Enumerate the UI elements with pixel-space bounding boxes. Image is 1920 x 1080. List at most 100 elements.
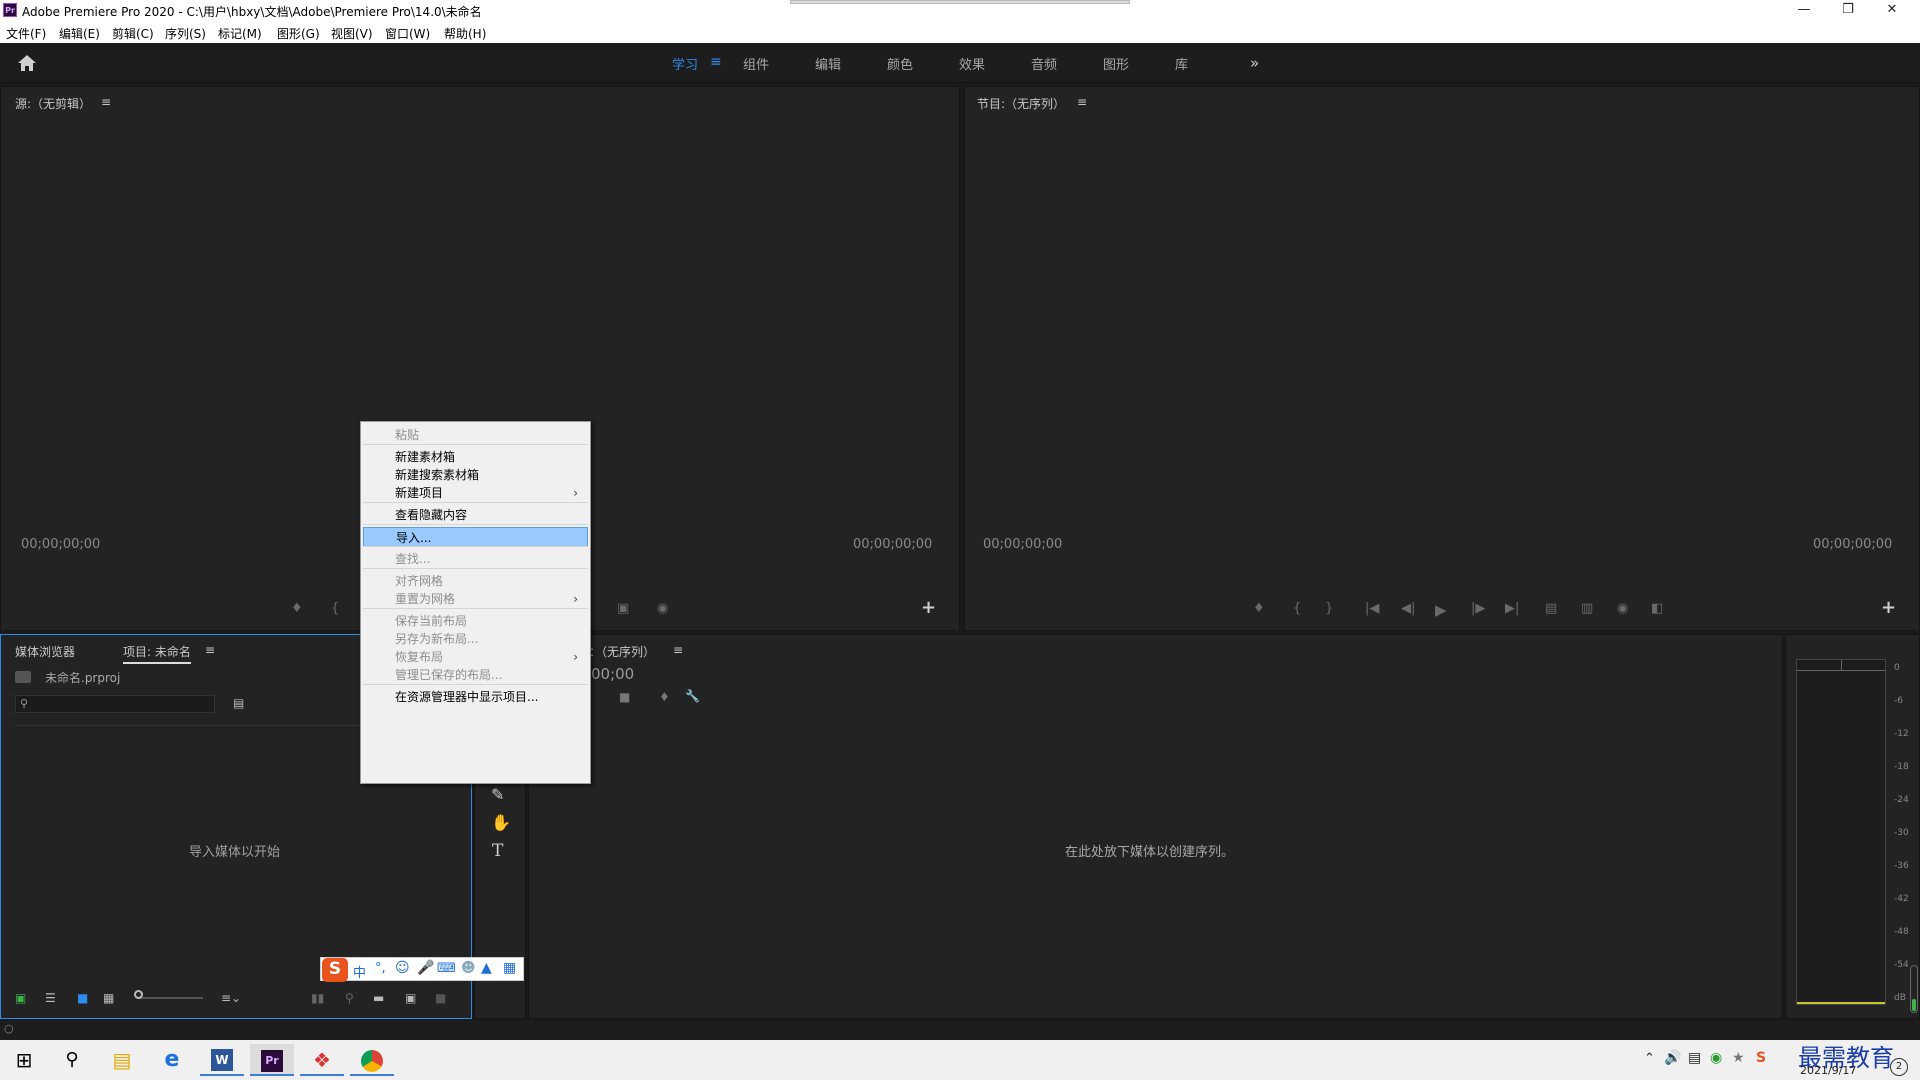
context-menu-item[interactable]: 在资源管理器中显示项目... xyxy=(363,687,588,707)
security-icon[interactable]: ◉ xyxy=(1710,1050,1722,1066)
tray-chevron-icon[interactable]: ⌃ xyxy=(1644,1051,1655,1066)
windows-start-icon[interactable]: ⊞ xyxy=(2,1044,46,1076)
workspace-tab-libraries[interactable]: 库 xyxy=(1175,54,1188,73)
workspace-more-icon[interactable]: » xyxy=(1250,54,1259,72)
program-timecode-current[interactable]: 00;00;00;00 xyxy=(983,537,1062,552)
search-icon[interactable]: ⚲ xyxy=(50,1044,94,1076)
menu-markers[interactable]: 标记(M) xyxy=(218,25,262,42)
workspace-tab-graphics[interactable]: 图形 xyxy=(1103,54,1129,73)
find-icon[interactable]: ⚲ xyxy=(345,991,354,1005)
skin-icon[interactable]: ▲ xyxy=(481,960,492,976)
menu-sequence[interactable]: 序列(S) xyxy=(165,25,206,42)
edge-icon[interactable]: e xyxy=(150,1044,194,1076)
tab-media-browser[interactable]: 媒体浏览器 xyxy=(15,643,75,660)
tab-project[interactable]: 项目: 未命名 xyxy=(123,643,191,664)
toolbox-icon[interactable]: ▦ xyxy=(503,960,516,976)
sogou-tray-icon[interactable]: S xyxy=(1756,1050,1766,1066)
meter-scrollbar[interactable] xyxy=(1910,965,1918,1013)
freeform-view-icon[interactable]: ▦ xyxy=(103,991,114,1005)
step-back-icon[interactable]: ◀| xyxy=(1401,601,1415,616)
button-editor-icon[interactable]: + xyxy=(921,597,936,618)
notification-icon[interactable]: 2 xyxy=(1890,1058,1908,1076)
new-bin-icon[interactable]: ▬ xyxy=(373,991,384,1005)
marker-icon[interactable]: ♦ xyxy=(1253,601,1265,616)
add-marker-icon[interactable]: ♦ xyxy=(659,690,670,704)
timeline-timecode[interactable]: 00;00 xyxy=(591,665,634,683)
premiere-taskbar-icon[interactable]: Pr xyxy=(250,1044,294,1076)
context-menu-item[interactable]: 导入... xyxy=(363,527,588,547)
compare-view-icon[interactable]: ◧ xyxy=(1651,601,1663,616)
menu-file[interactable]: 文件(F) xyxy=(6,25,46,42)
extract-icon[interactable]: ▥ xyxy=(1581,601,1593,616)
go-to-in-icon[interactable]: |◀ xyxy=(1365,601,1379,616)
export-frame-icon[interactable]: ◉ xyxy=(1617,601,1628,616)
type-tool-icon[interactable]: T xyxy=(492,841,503,861)
context-menu-item[interactable]: 新建搜索素材箱 xyxy=(363,465,588,485)
program-panel-title[interactable]: 节目:（无序列） xyxy=(977,95,1065,112)
menu-graphics[interactable]: 图形(G) xyxy=(277,25,320,42)
workspace-tab-editing[interactable]: 编辑 xyxy=(815,54,841,73)
ime-lang-toggle[interactable]: 中 xyxy=(353,962,366,981)
context-menu-item[interactable]: 新建项目 › xyxy=(363,483,588,503)
menu-help[interactable]: 帮助(H) xyxy=(444,25,486,42)
keyboard-icon[interactable]: ⌨ xyxy=(437,961,456,976)
menu-edit[interactable]: 编辑(E) xyxy=(59,25,100,42)
workspace-tab-color[interactable]: 颜色 xyxy=(887,54,913,73)
workspace-tab-audio[interactable]: 音频 xyxy=(1031,54,1057,73)
icon-view-icon[interactable]: ■ xyxy=(77,991,88,1005)
mark-out-icon[interactable]: } xyxy=(1325,601,1333,616)
panel-menu-icon[interactable]: ≡ xyxy=(101,95,111,109)
new-search-bin-icon[interactable]: ▤ xyxy=(233,696,244,710)
automate-to-sequence-icon[interactable]: ▮▮ xyxy=(311,991,324,1005)
source-panel-title[interactable]: 源:（无剪辑） xyxy=(15,95,91,112)
overwrite-icon[interactable]: ▣ xyxy=(617,601,629,616)
home-icon[interactable] xyxy=(16,53,38,73)
play-icon[interactable]: ▶ xyxy=(1435,601,1447,619)
microphone-icon[interactable]: 🎤 xyxy=(417,960,434,976)
sogou-logo-icon[interactable]: S xyxy=(322,958,348,982)
list-view-icon[interactable]: ☰ xyxy=(45,991,56,1005)
panel-menu-icon[interactable]: ≡ xyxy=(673,643,683,657)
workspace-tab-assembly[interactable]: 组件 xyxy=(743,54,769,73)
export-frame-icon[interactable]: ◉ xyxy=(657,601,668,616)
workspace-menu-icon[interactable]: ≡ xyxy=(710,54,722,70)
tray-app-icon[interactable]: ★ xyxy=(1732,1050,1745,1066)
menu-window[interactable]: 窗口(W) xyxy=(385,25,430,42)
new-item-icon[interactable]: ▣ xyxy=(405,991,416,1005)
zoom-slider[interactable] xyxy=(137,997,203,999)
lock-icon[interactable]: ▣ xyxy=(15,991,26,1005)
source-timecode-current[interactable]: 00;00;00;00 xyxy=(21,537,100,552)
button-editor-icon[interactable]: + xyxy=(1881,597,1896,618)
pen-tool-icon[interactable]: ✎ xyxy=(491,785,504,804)
emoji-icon[interactable]: ☺ xyxy=(395,960,410,976)
volume-icon[interactable]: 🔊 xyxy=(1664,1050,1681,1066)
file-explorer-icon[interactable]: ▤ xyxy=(100,1044,144,1076)
word-icon[interactable]: W xyxy=(200,1044,244,1076)
restore-icon[interactable]: ❐ xyxy=(1826,0,1870,21)
linked-selection-icon[interactable]: ■ xyxy=(619,690,630,704)
go-to-out-icon[interactable]: ▶| xyxy=(1505,601,1519,616)
marker-icon[interactable]: ♦ xyxy=(291,601,303,616)
timeline-panel-title[interactable]: ：（无序列） xyxy=(589,643,655,660)
punctuation-icon[interactable]: °, xyxy=(375,961,386,976)
panel-menu-icon[interactable]: ≡ xyxy=(1077,95,1087,109)
taskbar-date[interactable]: 2021/9/17 xyxy=(1800,1064,1856,1077)
menu-clip[interactable]: 剪辑(C) xyxy=(112,25,154,42)
mark-in-icon[interactable]: { xyxy=(1293,601,1301,616)
clear-icon[interactable]: ■ xyxy=(435,991,446,1005)
app-icon[interactable]: ❖ xyxy=(300,1044,344,1076)
context-menu-item[interactable]: 新建素材箱 xyxy=(363,447,588,467)
menu-view[interactable]: 视图(V) xyxy=(331,25,373,42)
search-input[interactable]: ⚲ xyxy=(15,695,215,713)
workspace-tab-effects[interactable]: 效果 xyxy=(959,54,985,73)
mark-in-icon[interactable]: { xyxy=(331,601,339,616)
hand-tool-icon[interactable]: ✋ xyxy=(491,813,511,832)
panel-menu-icon[interactable]: ≡ xyxy=(205,643,215,657)
workspace-tab-learn[interactable]: 学习 xyxy=(672,54,698,73)
user-icon[interactable]: ☻ xyxy=(461,960,476,976)
close-icon[interactable]: ✕ xyxy=(1870,0,1914,21)
zoom-slider-handle[interactable] xyxy=(134,990,143,999)
wrench-icon[interactable]: 🔧 xyxy=(685,689,700,703)
sort-icon[interactable]: ≡⌄ xyxy=(221,991,241,1005)
network-icon[interactable]: ▤ xyxy=(1688,1050,1701,1066)
